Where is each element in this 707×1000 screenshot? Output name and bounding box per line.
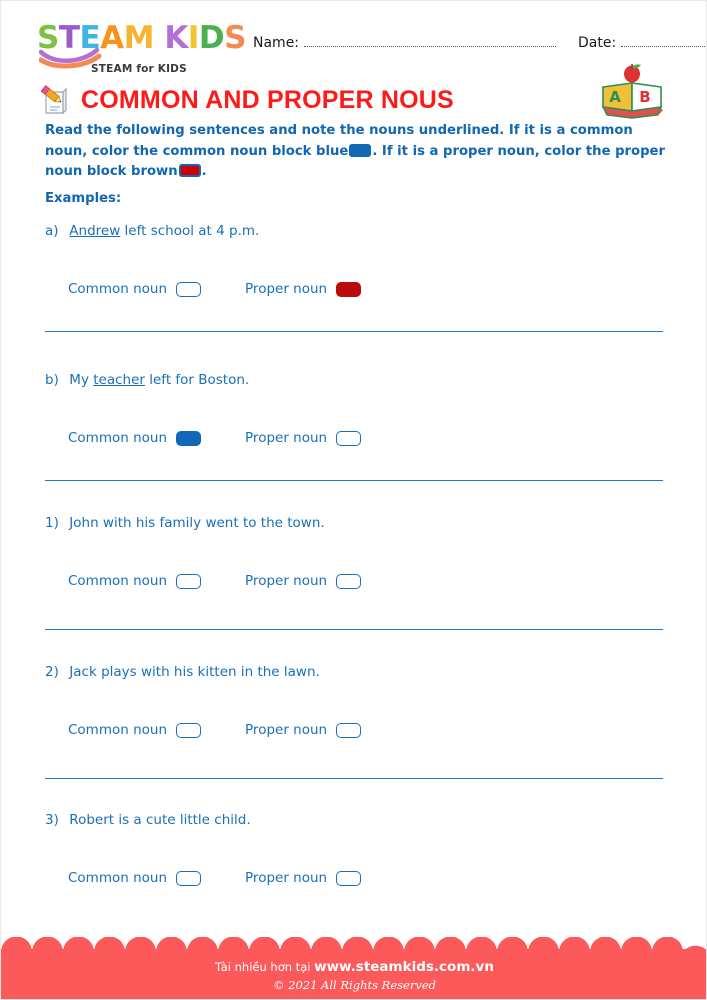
section-divider [45,480,663,481]
proper-noun-label: Proper noun [245,430,328,446]
logo-letter-3: A [100,20,124,56]
question-block: 2) Jack plays with his kitten in the law… [45,664,665,738]
proper-noun-label: Proper noun [245,870,328,886]
logo-swoosh-icon [39,47,102,69]
question-block: b) My teacher left for Boston. Common nou… [45,372,665,446]
page-footer: Tài nhiều hơn tại www.steamkids.com.vn ©… [1,937,706,999]
answer-row: Common noun Proper noun [68,281,665,297]
proper-noun-label: Proper noun [245,722,328,738]
name-date-fields: Name: Date: [253,34,706,51]
date-input[interactable] [621,34,706,47]
sentence-text-post: left for Boston. [144,372,250,388]
pencil-notepad-icon [40,85,67,115]
section-divider [45,331,663,332]
name-label: Name: [253,35,300,51]
instructions-text: Read the following sentences and note th… [45,121,667,183]
sentence-text-pre: John with his family went to the town. [65,515,325,531]
answer-row: Common noun Proper noun [68,430,665,446]
common-noun-label: Common noun [68,430,168,446]
page-title: COMMON AND PROPER NOUS [81,85,454,114]
svg-text:A: A [609,88,621,106]
question-index: 1) [45,515,59,531]
question-sentence: 3) Robert is a cute little child. [45,812,665,828]
date-label: Date: [578,35,617,51]
question-sentence: 2) Jack plays with his kitten in the law… [45,664,665,680]
worksheet-title-row: COMMON AND PROPER NOUS [37,79,454,121]
underlined-noun: teacher [93,372,145,388]
instruction-brown-swatch [178,164,201,177]
worksheet-page: STEAM KIDS STEAM for KIDS Name: Date: CO… [0,0,707,1000]
common-noun-checkbox[interactable] [176,573,202,589]
question-sentence: b) My teacher left for Boston. [45,372,665,388]
sentence-text-pre: Jack plays with his kitten in the lawn. [65,664,320,680]
underlined-noun: Andrew [69,223,121,239]
common-noun-label: Common noun [68,281,168,297]
common-noun-checkbox[interactable] [176,722,202,738]
common-noun-label: Common noun [68,870,168,886]
footer-prefix: Tài nhiều hơn tại [215,960,315,974]
footer-body: Tài nhiều hơn tại www.steamkids.com.vn ©… [1,949,706,999]
logo-letter-4: M [123,20,155,56]
proper-noun-checkbox[interactable] [336,281,362,297]
answer-row: Common noun Proper noun [68,722,665,738]
question-sentence: a) Andrew left school at 4 p.m. [45,223,665,239]
section-divider [45,778,663,779]
proper-noun-label: Proper noun [245,281,328,297]
logo-letter-6: K [164,20,188,56]
common-noun-checkbox[interactable] [176,281,202,297]
question-index: 2) [45,664,59,680]
footer-website-line: Tài nhiều hơn tại www.steamkids.com.vn [1,959,706,975]
abc-book-icon: A B [601,64,664,119]
examples-label: Examples: [45,191,122,206]
proper-noun-checkbox[interactable] [336,722,362,738]
logo-letter-9: S [224,20,246,56]
logo-letter-8: D [198,20,225,56]
instruction-blue-swatch [349,143,372,157]
common-noun-checkbox[interactable] [176,870,202,886]
common-noun-label: Common noun [68,722,168,738]
name-input[interactable] [304,34,557,47]
logo-letter-5 [154,23,164,54]
common-noun-checkbox[interactable] [176,430,202,446]
footer-site-url[interactable]: www.steamkids.com.vn [314,959,494,975]
question-index: b) [45,372,59,388]
section-divider [45,629,663,630]
answer-row: Common noun Proper noun [68,573,665,589]
sentence-text-pre: My [65,372,94,388]
common-noun-label: Common noun [68,573,168,589]
svg-text:B: B [639,88,650,106]
question-block: 1) John with his family went to the town… [45,515,665,589]
proper-noun-label: Proper noun [245,573,328,589]
logo-letter-7: I [187,20,200,56]
sentence-text-pre: Robert is a cute little child. [65,812,251,828]
footer-copyright: © 2021 All Rights Reserved [272,978,436,992]
proper-noun-checkbox[interactable] [336,870,362,886]
logo-tagline: STEAM for KIDS [91,63,187,75]
question-index: 3) [45,812,59,828]
question-block: 3) Robert is a cute little child. Common … [45,812,665,886]
question-block: a) Andrew left school at 4 p.m. Common no… [45,223,665,297]
answer-row: Common noun Proper noun [68,870,665,886]
sentence-text-post: left school at 4 p.m. [120,223,260,239]
question-index: a) [45,223,59,239]
question-sentence: 1) John with his family went to the town… [45,515,665,531]
proper-noun-checkbox[interactable] [336,573,362,589]
instructions-part-3: . [201,164,207,179]
steam-kids-logo: STEAM KIDS STEAM for KIDS [37,20,246,76]
proper-noun-checkbox[interactable] [336,430,362,446]
